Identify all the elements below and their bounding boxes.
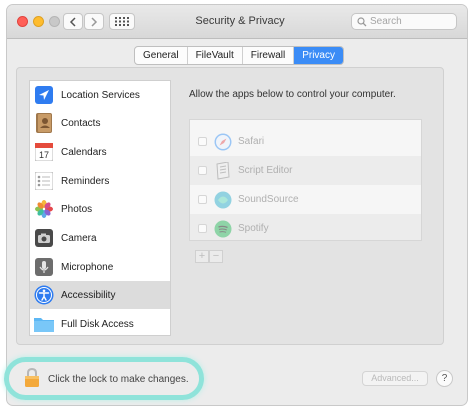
sidebar-item-label: Calendars [61, 146, 107, 158]
sidebar-item-label: Location Services [61, 89, 140, 101]
app-name: Script Editor [238, 165, 293, 176]
sidebar-item-camera[interactable]: Camera [30, 224, 170, 252]
padlock-icon[interactable] [24, 367, 40, 388]
sidebar-item-full-disk-access[interactable]: Full Disk Access [30, 310, 170, 335]
list-item-spotify[interactable]: Spotify [190, 214, 421, 240]
sidebar-item-contacts[interactable]: Contacts [30, 109, 170, 137]
add-app-button[interactable]: + [195, 250, 209, 263]
camera-icon [34, 228, 54, 248]
location-arrow-icon [34, 85, 54, 105]
tab-firewall[interactable]: Firewall [241, 47, 293, 64]
list-item-safari[interactable]: Safari [190, 127, 421, 156]
search-icon [357, 16, 367, 26]
app-checkbox[interactable] [198, 166, 207, 175]
spotify-icon [214, 220, 232, 238]
calendar-icon: 17 [34, 142, 54, 162]
sidebar-item-calendars[interactable]: 17 Calendars [30, 138, 170, 166]
sidebar-item-label: Reminders [61, 175, 110, 187]
chevron-right-icon [91, 16, 98, 27]
sidebar-item-label: Accessibility [61, 289, 116, 301]
remove-app-button[interactable]: − [209, 250, 223, 263]
title-bar: Security & Privacy Search [7, 5, 467, 39]
microphone-icon [34, 257, 54, 277]
sidebar-item-label: Full Disk Access [61, 318, 134, 330]
list-item-soundsource[interactable]: SoundSource [190, 185, 421, 214]
app-checkbox[interactable] [198, 137, 207, 146]
sidebar-item-microphone[interactable]: Microphone [30, 253, 170, 281]
tab-general[interactable]: General [135, 47, 187, 64]
sidebar-item-location-services[interactable]: Location Services [30, 81, 170, 109]
privacy-category-list: Location Services Contacts 17 Calendars … [29, 80, 171, 336]
sidebar-item-accessibility[interactable]: Accessibility [30, 281, 170, 309]
sidebar-item-reminders[interactable]: Reminders [30, 167, 170, 195]
tab-bar: General FileVault Firewall Privacy [134, 46, 344, 65]
minimize-window-button[interactable] [33, 16, 44, 27]
search-placeholder: Search [370, 16, 402, 27]
tab-filevault[interactable]: FileVault [186, 47, 242, 64]
calendar-day-number: 17 [39, 150, 49, 160]
lock-instruction: Click the lock to make changes. [48, 374, 189, 385]
show-all-button[interactable] [109, 13, 135, 30]
app-name: Spotify [238, 223, 269, 234]
accessibility-person-icon [34, 285, 54, 305]
script-editor-icon [214, 161, 232, 180]
safari-compass-icon [214, 133, 232, 151]
accessibility-prompt: Allow the apps below to control your com… [189, 89, 396, 100]
help-button[interactable]: ? [436, 370, 453, 387]
window-title: Security & Privacy [195, 15, 285, 27]
advanced-button[interactable]: Advanced... [362, 371, 428, 386]
chevron-left-icon [69, 16, 76, 27]
reminders-list-icon [34, 171, 54, 191]
list-item-script-editor[interactable]: Script Editor [190, 156, 421, 185]
sidebar-item-label: Photos [61, 203, 93, 215]
zoom-window-button[interactable] [49, 16, 60, 27]
tab-privacy[interactable]: Privacy [293, 47, 343, 64]
back-button[interactable] [63, 13, 83, 30]
photos-flower-icon [34, 199, 54, 219]
sidebar-item-label: Camera [61, 232, 97, 244]
search-field[interactable]: Search [351, 13, 457, 30]
soundsource-icon [214, 191, 232, 209]
app-checkbox[interactable] [198, 224, 207, 233]
sidebar-item-label: Microphone [61, 261, 114, 273]
app-checkbox[interactable] [198, 195, 207, 204]
app-name: Safari [238, 136, 265, 147]
app-list: Safari Script Editor SoundSource Spotify [189, 119, 422, 241]
sidebar-item-photos[interactable]: Photos [30, 195, 170, 223]
close-window-button[interactable] [17, 16, 28, 27]
forward-button[interactable] [84, 13, 104, 30]
grid-icon [115, 17, 129, 26]
app-name: SoundSource [238, 194, 299, 205]
sidebar-item-label: Contacts [61, 117, 101, 129]
contacts-book-icon [34, 113, 54, 133]
folder-icon [34, 314, 54, 334]
